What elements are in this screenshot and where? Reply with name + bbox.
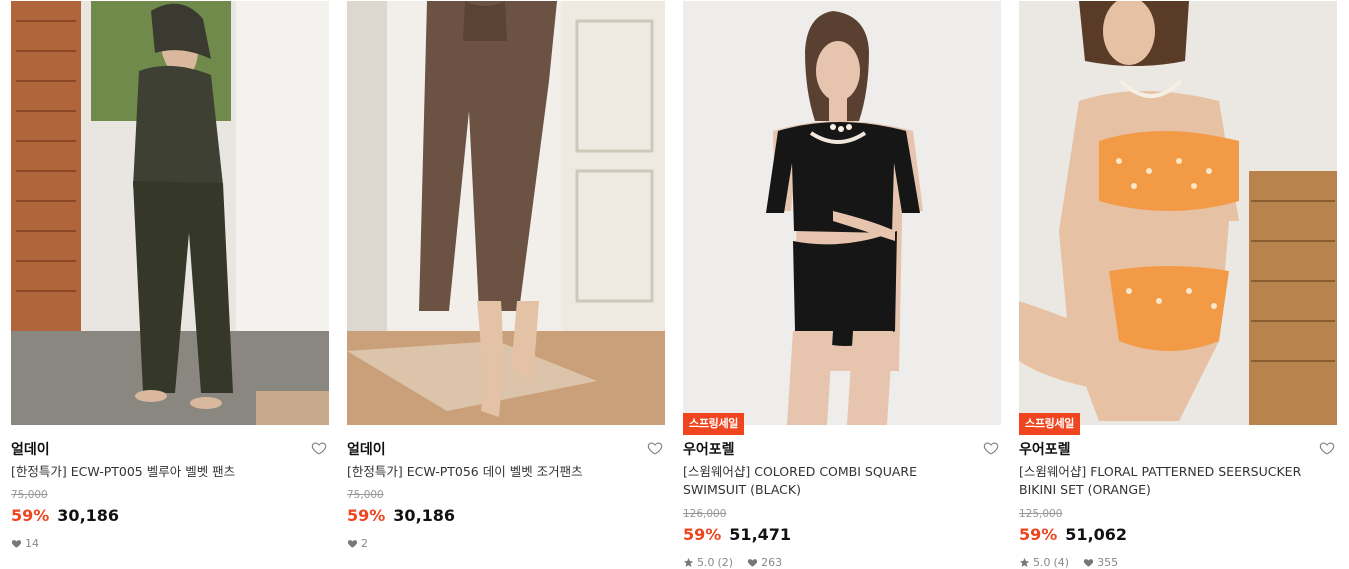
price-row: 59% 30,186 xyxy=(347,506,455,525)
sale-price: 51,062 xyxy=(1065,525,1128,544)
like-count: 2 xyxy=(361,537,368,550)
brand-name[interactable]: 얼데이 xyxy=(11,439,50,459)
product-card[interactable]: 스프링세일 우어포렐 [스윔웨어샵] FLORAL PATTERNED SEER… xyxy=(1019,0,1337,569)
heart-outline-icon[interactable] xyxy=(311,440,327,456)
sale-price: 51,471 xyxy=(729,525,792,544)
discount-rate: 59% xyxy=(1019,525,1058,544)
product-meta: 2 xyxy=(347,537,378,550)
product-name[interactable]: [한정특가] ECW-PT005 벨루아 벨벳 팬츠 xyxy=(11,463,311,481)
sale-price: 30,186 xyxy=(57,506,120,525)
heart-filled-icon xyxy=(11,540,22,548)
brand-name[interactable]: 우어포렐 xyxy=(683,439,735,459)
product-image[interactable] xyxy=(347,1,665,425)
discount-rate: 59% xyxy=(11,506,50,525)
original-price: 75,000 xyxy=(11,489,48,501)
product-meta: 14 xyxy=(11,537,49,550)
product-card[interactable]: 얼데이 [한정특가] ECW-PT005 벨루아 벨벳 팬츠 75,000 59… xyxy=(11,0,329,563)
sale-badge: 스프링세일 xyxy=(1019,413,1081,435)
product-image[interactable] xyxy=(11,1,329,425)
price-row: 59% 51,471 xyxy=(683,525,791,544)
like-count: 14 xyxy=(25,537,39,550)
brand-name[interactable]: 얼데이 xyxy=(347,439,386,459)
product-card[interactable]: 얼데이 [한정특가] ECW-PT056 데이 벨벳 조거팬츠 75,000 5… xyxy=(347,0,665,563)
heart-filled-icon xyxy=(347,540,358,548)
product-name[interactable]: [스윔웨어샵] COLORED COMBI SQUARE SWIMSUIT (B… xyxy=(683,463,983,499)
heart-outline-icon[interactable] xyxy=(647,440,663,456)
product-name[interactable]: [한정특가] ECW-PT056 데이 벨벳 조거팬츠 xyxy=(347,463,647,481)
product-image[interactable] xyxy=(683,1,1001,425)
product-grid: 얼데이 [한정특가] ECW-PT005 벨루아 벨벳 팬츠 75,000 59… xyxy=(11,0,1341,569)
brand-name[interactable]: 우어포렐 xyxy=(1019,439,1071,459)
original-price: 125,000 xyxy=(1019,508,1063,520)
discount-rate: 59% xyxy=(347,506,386,525)
sale-badge: 스프링세일 xyxy=(683,413,745,435)
price-row: 59% 51,062 xyxy=(1019,525,1127,544)
sale-price: 30,186 xyxy=(393,506,456,525)
product-image[interactable] xyxy=(1019,1,1337,425)
discount-rate: 59% xyxy=(683,525,722,544)
product-card[interactable]: 스프링세일 우어포렐 [스윔웨어샵] COLORED COMBI SQUARE … xyxy=(683,0,1001,569)
product-name[interactable]: [스윔웨어샵] FLORAL PATTERNED SEERSUCKER BIKI… xyxy=(1019,463,1319,499)
original-price: 126,000 xyxy=(683,508,727,520)
heart-outline-icon[interactable] xyxy=(1319,440,1335,456)
price-row: 59% 30,186 xyxy=(11,506,119,525)
original-price: 75,000 xyxy=(347,489,384,501)
heart-outline-icon[interactable] xyxy=(983,440,999,456)
